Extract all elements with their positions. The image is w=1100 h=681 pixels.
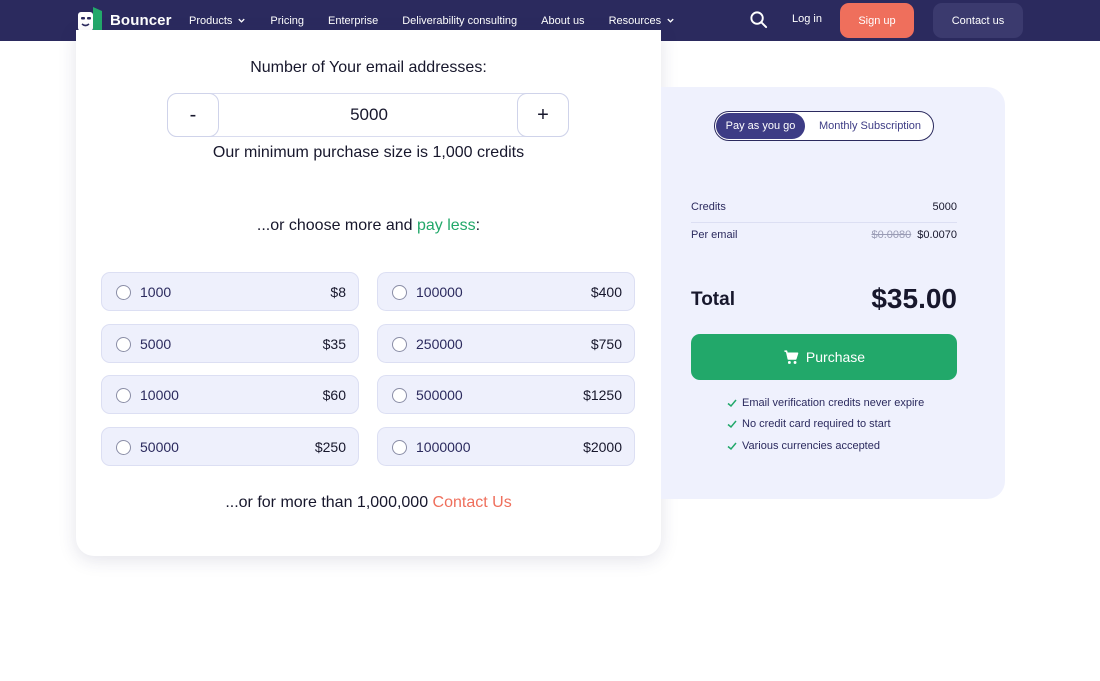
total-label: Total <box>691 289 735 310</box>
choose-prefix: ...or choose more and <box>256 217 417 234</box>
pay-less-highlight: pay less <box>416 217 476 234</box>
package-price: $400 <box>590 284 622 300</box>
package-amount: 5000 <box>140 336 172 352</box>
total-value: $35.00 <box>871 283 957 314</box>
calculator-title: Number of Your email addresses: <box>250 59 487 76</box>
feature-item: No credit card required to start <box>727 414 924 436</box>
nav-item-label: Resources <box>608 14 662 27</box>
credits-calculator-card: Number of Your email addresses: - + Our … <box>76 30 661 556</box>
nav-item-label: Deliverability consulting <box>402 14 518 27</box>
feature-list: Email verification credits never expire … <box>727 392 924 457</box>
feature-item: Various currencies accepted <box>727 435 924 457</box>
new-price: $0.0070 <box>917 229 957 241</box>
radio-button[interactable] <box>392 388 407 403</box>
feature-item: Email verification credits never expire <box>727 392 924 414</box>
nav-item-resources[interactable]: Resources <box>609 15 676 27</box>
choose-suffix: : <box>475 217 481 234</box>
nav-item-label: About us <box>541 14 585 27</box>
more-prefix: ...or for more than 1,000,000 <box>225 494 433 511</box>
credits-row: Credits 5000 <box>691 201 957 213</box>
login-link[interactable]: Log in <box>792 13 822 25</box>
package-amount: 50000 <box>140 439 179 455</box>
nav-item-deliverability-consulting[interactable]: Deliverability consulting <box>402 15 517 27</box>
package-amount: 1000 <box>140 284 172 300</box>
radio-button[interactable] <box>392 440 407 455</box>
package-price: $60 <box>322 387 346 403</box>
cart-icon <box>784 349 799 364</box>
quantity-input[interactable] <box>220 94 518 136</box>
radio-button[interactable] <box>392 337 407 352</box>
package-amount: 250000 <box>416 336 463 352</box>
choose-more-heading: ...or choose more and pay less: <box>76 217 661 235</box>
package-amount: 1000000 <box>416 439 471 455</box>
billing-toggle: Pay as you go Monthly Subscription <box>714 111 934 141</box>
package-option[interactable]: 100000 $400 <box>377 272 635 311</box>
nav-item-label: Pricing <box>270 14 305 27</box>
package-price: $35 <box>322 336 346 352</box>
nav-item-about-us[interactable]: About us <box>541 15 584 27</box>
tab-pay-as-you-go[interactable]: Pay as you go <box>716 113 805 139</box>
feature-text: Email verification credits never expire <box>742 396 925 409</box>
contact-us-button[interactable]: Contact us <box>933 3 1023 38</box>
package-amount: 10000 <box>140 387 179 403</box>
old-price: $0.0080 <box>871 229 912 241</box>
check-icon <box>727 420 737 429</box>
credits-label: Credits <box>691 201 726 213</box>
nav-item-label: Products <box>189 14 233 27</box>
per-email-price: $0.0080 $0.0070 <box>871 229 957 241</box>
chevron-down-icon <box>667 18 674 23</box>
nav-item-pricing[interactable]: Pricing <box>270 15 304 27</box>
minimum-purchase-note: Our minimum purchase size is 1,000 credi… <box>212 144 525 161</box>
package-price: $250 <box>314 439 346 455</box>
package-option[interactable]: 1000000 $2000 <box>377 427 635 466</box>
package-option[interactable]: 5000 $35 <box>101 324 359 363</box>
package-option[interactable]: 500000 $1250 <box>377 375 635 414</box>
more-than-million-note: ...or for more than 1,000,000 Contact Us <box>76 494 661 512</box>
radio-button[interactable] <box>392 285 407 300</box>
package-amount: 500000 <box>416 387 463 403</box>
check-icon <box>727 442 737 450</box>
search-icon[interactable] <box>749 10 768 29</box>
quantity-stepper: - + <box>167 93 569 137</box>
package-price: $750 <box>590 336 622 352</box>
radio-button[interactable] <box>116 337 131 352</box>
nav-item-label: Enterprise <box>328 14 379 27</box>
package-option[interactable]: 10000 $60 <box>101 375 359 414</box>
package-amount: 100000 <box>416 284 463 300</box>
nav-item-products[interactable]: Products <box>189 15 246 27</box>
feature-text: No credit card required to start <box>742 418 891 431</box>
brand-name: Bouncer <box>110 11 172 29</box>
package-option[interactable]: 1000 $8 <box>101 272 359 311</box>
package-price: $1250 <box>583 387 622 403</box>
nav-item-enterprise[interactable]: Enterprise <box>328 15 378 27</box>
tab-monthly-subscription[interactable]: Monthly Subscription <box>810 113 930 139</box>
purchase-button[interactable]: Purchase <box>691 334 957 380</box>
credits-value: 5000 <box>932 201 957 213</box>
order-summary-card: Pay as you go Monthly Subscription Credi… <box>661 87 1005 499</box>
radio-button[interactable] <box>116 388 131 403</box>
signup-button[interactable]: Sign up <box>840 3 914 38</box>
package-price: $8 <box>330 284 346 300</box>
check-icon <box>727 399 737 407</box>
package-option[interactable]: 50000 $250 <box>101 427 359 466</box>
radio-button[interactable] <box>116 285 131 300</box>
feature-text: Various currencies accepted <box>742 439 880 452</box>
purchase-label: Purchase <box>805 349 866 365</box>
decrement-button[interactable]: - <box>167 93 219 137</box>
increment-button[interactable]: + <box>517 93 569 137</box>
per-email-label: Per email <box>691 229 738 241</box>
package-price: $2000 <box>583 439 622 455</box>
package-option[interactable]: 250000 $750 <box>377 324 635 363</box>
contact-us-link[interactable]: Contact Us <box>433 494 512 511</box>
radio-button[interactable] <box>116 440 131 455</box>
per-email-row: Per email $0.0080 $0.0070 <box>691 229 957 241</box>
divider <box>691 222 957 223</box>
chevron-down-icon <box>238 18 246 23</box>
